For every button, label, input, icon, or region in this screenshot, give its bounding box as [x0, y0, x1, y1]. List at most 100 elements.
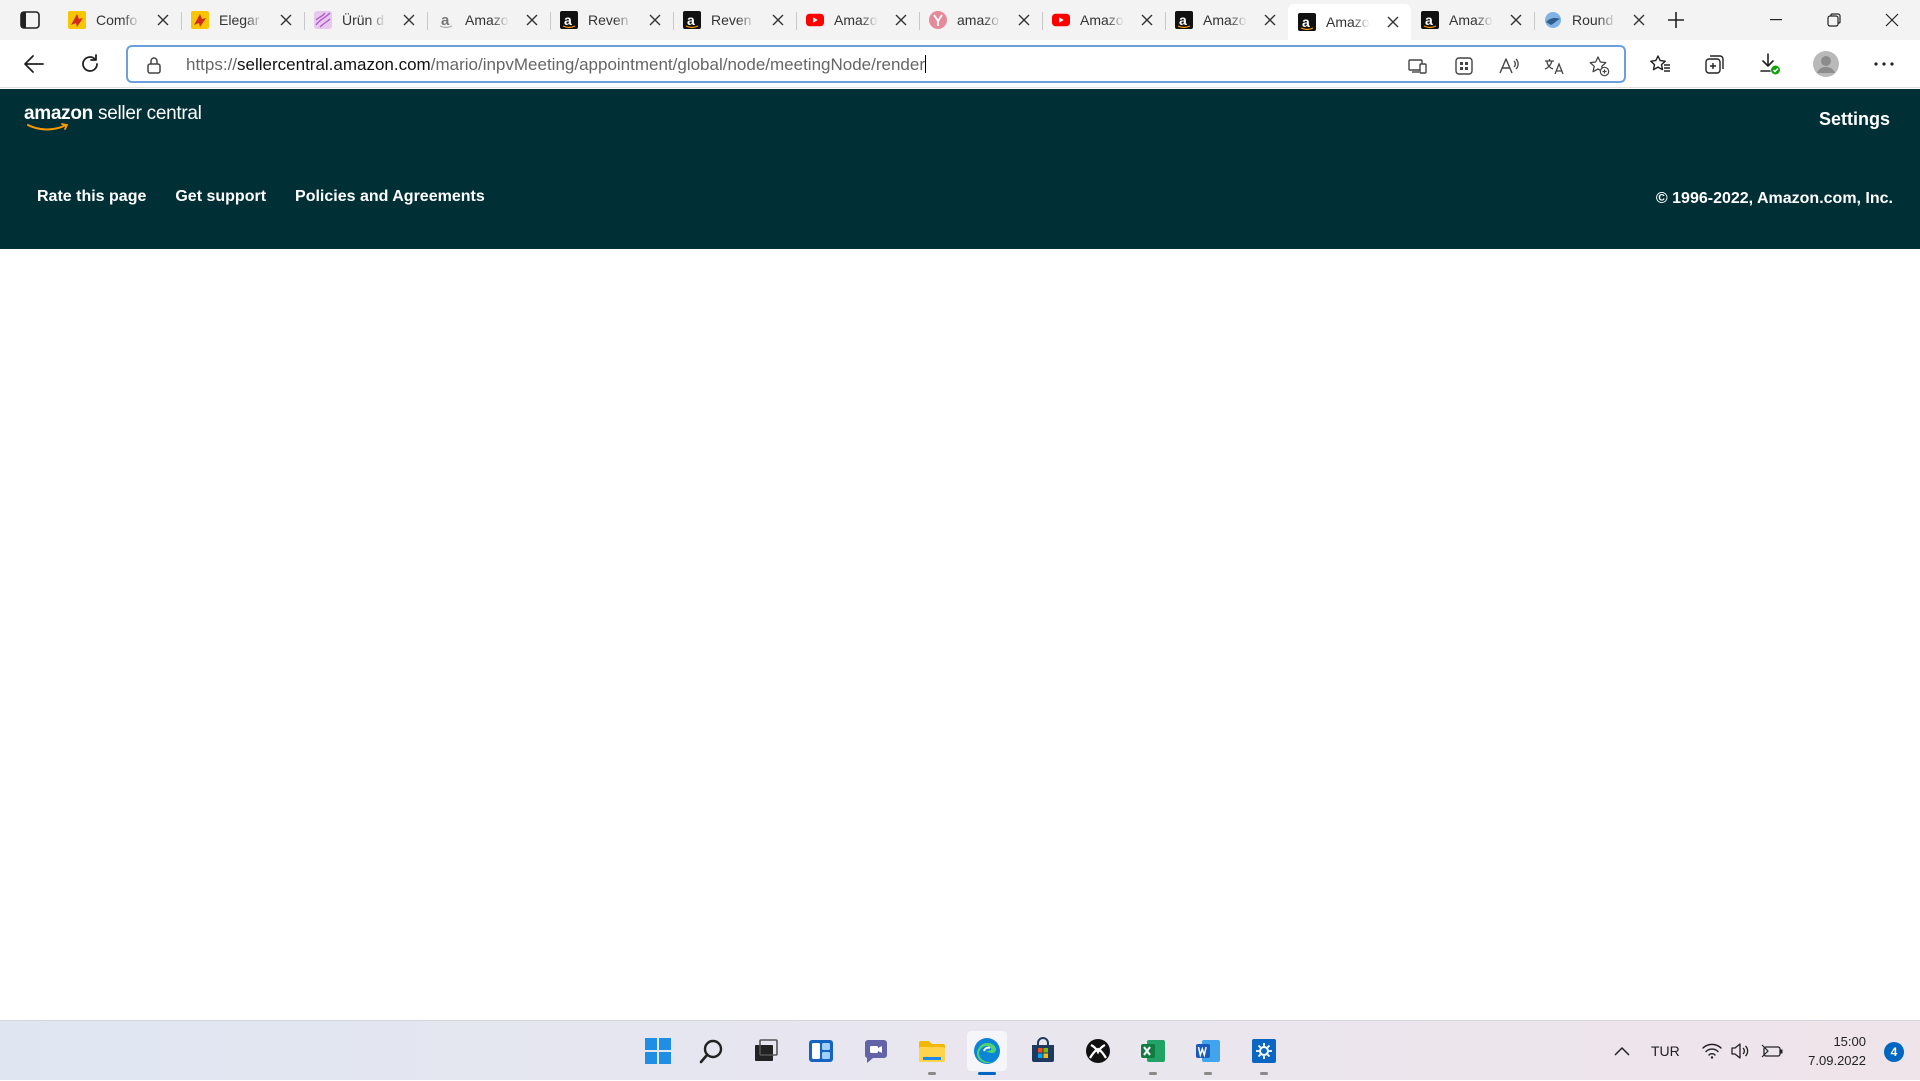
tab[interactable]: a Amazo — [427, 4, 550, 36]
close-tab-icon[interactable] — [1385, 14, 1401, 30]
widgets-icon[interactable] — [801, 1031, 841, 1071]
tab-title: Amazo — [465, 12, 509, 28]
svg-text:a: a — [1179, 12, 1187, 28]
running-indicator — [1149, 1072, 1157, 1075]
extensions-grid-icon[interactable] — [1452, 54, 1476, 78]
app-available-icon[interactable] — [1406, 54, 1430, 78]
downloads-icon[interactable] — [1754, 48, 1786, 80]
close-window-icon[interactable] — [1864, 0, 1920, 40]
system-clock[interactable]: 15:00 7.09.2022 — [1808, 1032, 1866, 1070]
close-tab-icon[interactable] — [524, 12, 540, 28]
globe-bird-icon — [1544, 11, 1562, 29]
logo-word-amazon: amazon — [24, 103, 93, 124]
tab[interactable]: a Reven — [550, 4, 673, 36]
tab-title: Elegar — [219, 12, 260, 28]
youtube-icon — [806, 11, 824, 29]
amazon-seller-central-logo[interactable]: amazon seller central — [24, 103, 202, 131]
tab[interactable]: Ürün d — [304, 4, 427, 36]
xbox-icon[interactable] — [1078, 1031, 1118, 1071]
close-tab-icon[interactable] — [278, 12, 294, 28]
tab-title: Amazo — [1080, 12, 1124, 28]
translate-icon[interactable] — [1542, 54, 1566, 78]
tab[interactable]: Elegar — [181, 4, 304, 36]
profile-avatar-icon[interactable] — [1810, 48, 1842, 80]
running-indicator — [1204, 1072, 1212, 1075]
tab[interactable]: amazo — [919, 4, 1042, 36]
browser-toolbar: https://sellercentral.amazon.com/mario/i… — [0, 40, 1920, 88]
policies-link[interactable]: Policies and Agreements — [295, 188, 485, 206]
tab[interactable]: a Reven — [673, 4, 796, 36]
read-aloud-icon[interactable] — [1497, 54, 1521, 78]
running-indicator — [1260, 1072, 1268, 1075]
tab[interactable]: a Amazo — [1411, 4, 1534, 36]
tab[interactable]: Amazo — [1042, 4, 1165, 36]
footer-links: Rate this page Get support Policies and … — [37, 188, 485, 206]
url-path: /mario/inpvMeeting/appointment/global/no… — [430, 55, 925, 74]
settings-icon[interactable] — [1244, 1031, 1284, 1075]
close-tab-icon[interactable] — [1139, 12, 1155, 28]
collections-icon[interactable] — [1699, 48, 1731, 80]
close-tab-icon[interactable] — [647, 12, 663, 28]
windows-start-icon[interactable] — [638, 1031, 678, 1071]
amazon-smile-icon — [27, 123, 69, 131]
youtube-icon — [1052, 11, 1070, 29]
tab[interactable]: Comfo — [58, 4, 181, 36]
amazon-icon: a — [1421, 11, 1439, 29]
svg-text:a: a — [1425, 12, 1433, 28]
close-tab-icon[interactable] — [1631, 12, 1647, 28]
close-tab-icon[interactable] — [1262, 12, 1278, 28]
back-icon[interactable] — [18, 48, 50, 80]
close-tab-icon[interactable] — [893, 12, 909, 28]
tab-title: Round — [1572, 12, 1614, 28]
file-explorer-icon[interactable] — [912, 1031, 952, 1075]
tab-active[interactable]: a Amazo — [1288, 4, 1411, 40]
logo-word-seller-central: seller central — [98, 103, 202, 124]
clock-date: 7.09.2022 — [1808, 1053, 1866, 1068]
search-icon[interactable] — [692, 1031, 732, 1071]
amazon-gray-icon: a — [437, 11, 455, 29]
volume-icon[interactable] — [1730, 1021, 1750, 1081]
lock-icon[interactable] — [144, 55, 164, 75]
tab-title: Comfo — [96, 12, 138, 28]
excel-icon[interactable] — [1133, 1031, 1173, 1075]
browser-tab-strip: Comfo Elegar Ürün d a Amazo a Reven a Reven Amazo… — [0, 0, 1920, 40]
close-tab-icon[interactable] — [1508, 12, 1524, 28]
tab[interactable]: Amazo — [796, 4, 919, 36]
get-support-link[interactable]: Get support — [175, 188, 266, 206]
show-hidden-icons-icon[interactable] — [1610, 1021, 1634, 1081]
tab-title: Reven — [711, 12, 752, 28]
close-tab-icon[interactable] — [1016, 12, 1032, 28]
close-tab-icon[interactable] — [401, 12, 417, 28]
wifi-icon[interactable] — [1702, 1021, 1722, 1081]
restore-icon[interactable] — [1806, 0, 1862, 40]
tab[interactable]: Round — [1534, 4, 1657, 36]
tab-title: amazo — [957, 12, 1000, 28]
task-view-icon[interactable] — [746, 1031, 786, 1071]
battery-icon[interactable] — [1760, 1021, 1784, 1081]
purple-pattern-icon — [314, 11, 332, 29]
refresh-icon[interactable] — [74, 48, 106, 80]
tab-list: Comfo Elegar Ürün d a Amazo a Reven a Reven Amazo… — [58, 4, 1657, 40]
add-favorite-icon[interactable] — [1587, 54, 1611, 78]
new-tab-icon[interactable] — [1664, 8, 1688, 32]
edge-icon[interactable] — [967, 1031, 1007, 1075]
seller-central-header: amazon seller central Settings Rate this… — [0, 89, 1920, 249]
favorites-icon[interactable] — [1644, 48, 1676, 80]
address-url[interactable]: https://sellercentral.amazon.com/mario/i… — [186, 55, 926, 75]
address-bar[interactable]: https://sellercentral.amazon.com/mario/i… — [126, 45, 1626, 83]
settings-link[interactable]: Settings — [1819, 109, 1890, 130]
more-options-icon[interactable] — [1868, 48, 1900, 80]
notification-badge[interactable]: 4 — [1884, 1042, 1904, 1062]
word-icon[interactable] — [1188, 1031, 1228, 1075]
store-icon[interactable] — [1023, 1031, 1063, 1071]
input-language[interactable]: TUR — [1651, 1043, 1680, 1059]
close-tab-icon[interactable] — [770, 12, 786, 28]
teams-chat-icon[interactable] — [856, 1031, 896, 1071]
tab[interactable]: a Amazo — [1165, 4, 1288, 36]
close-tab-icon[interactable] — [155, 12, 171, 28]
minimize-icon[interactable] — [1748, 0, 1804, 40]
amazon-icon: a — [1175, 11, 1193, 29]
flyer-icon — [191, 11, 209, 29]
tab-actions-menu-icon[interactable] — [16, 8, 44, 32]
rate-this-page-link[interactable]: Rate this page — [37, 188, 146, 206]
